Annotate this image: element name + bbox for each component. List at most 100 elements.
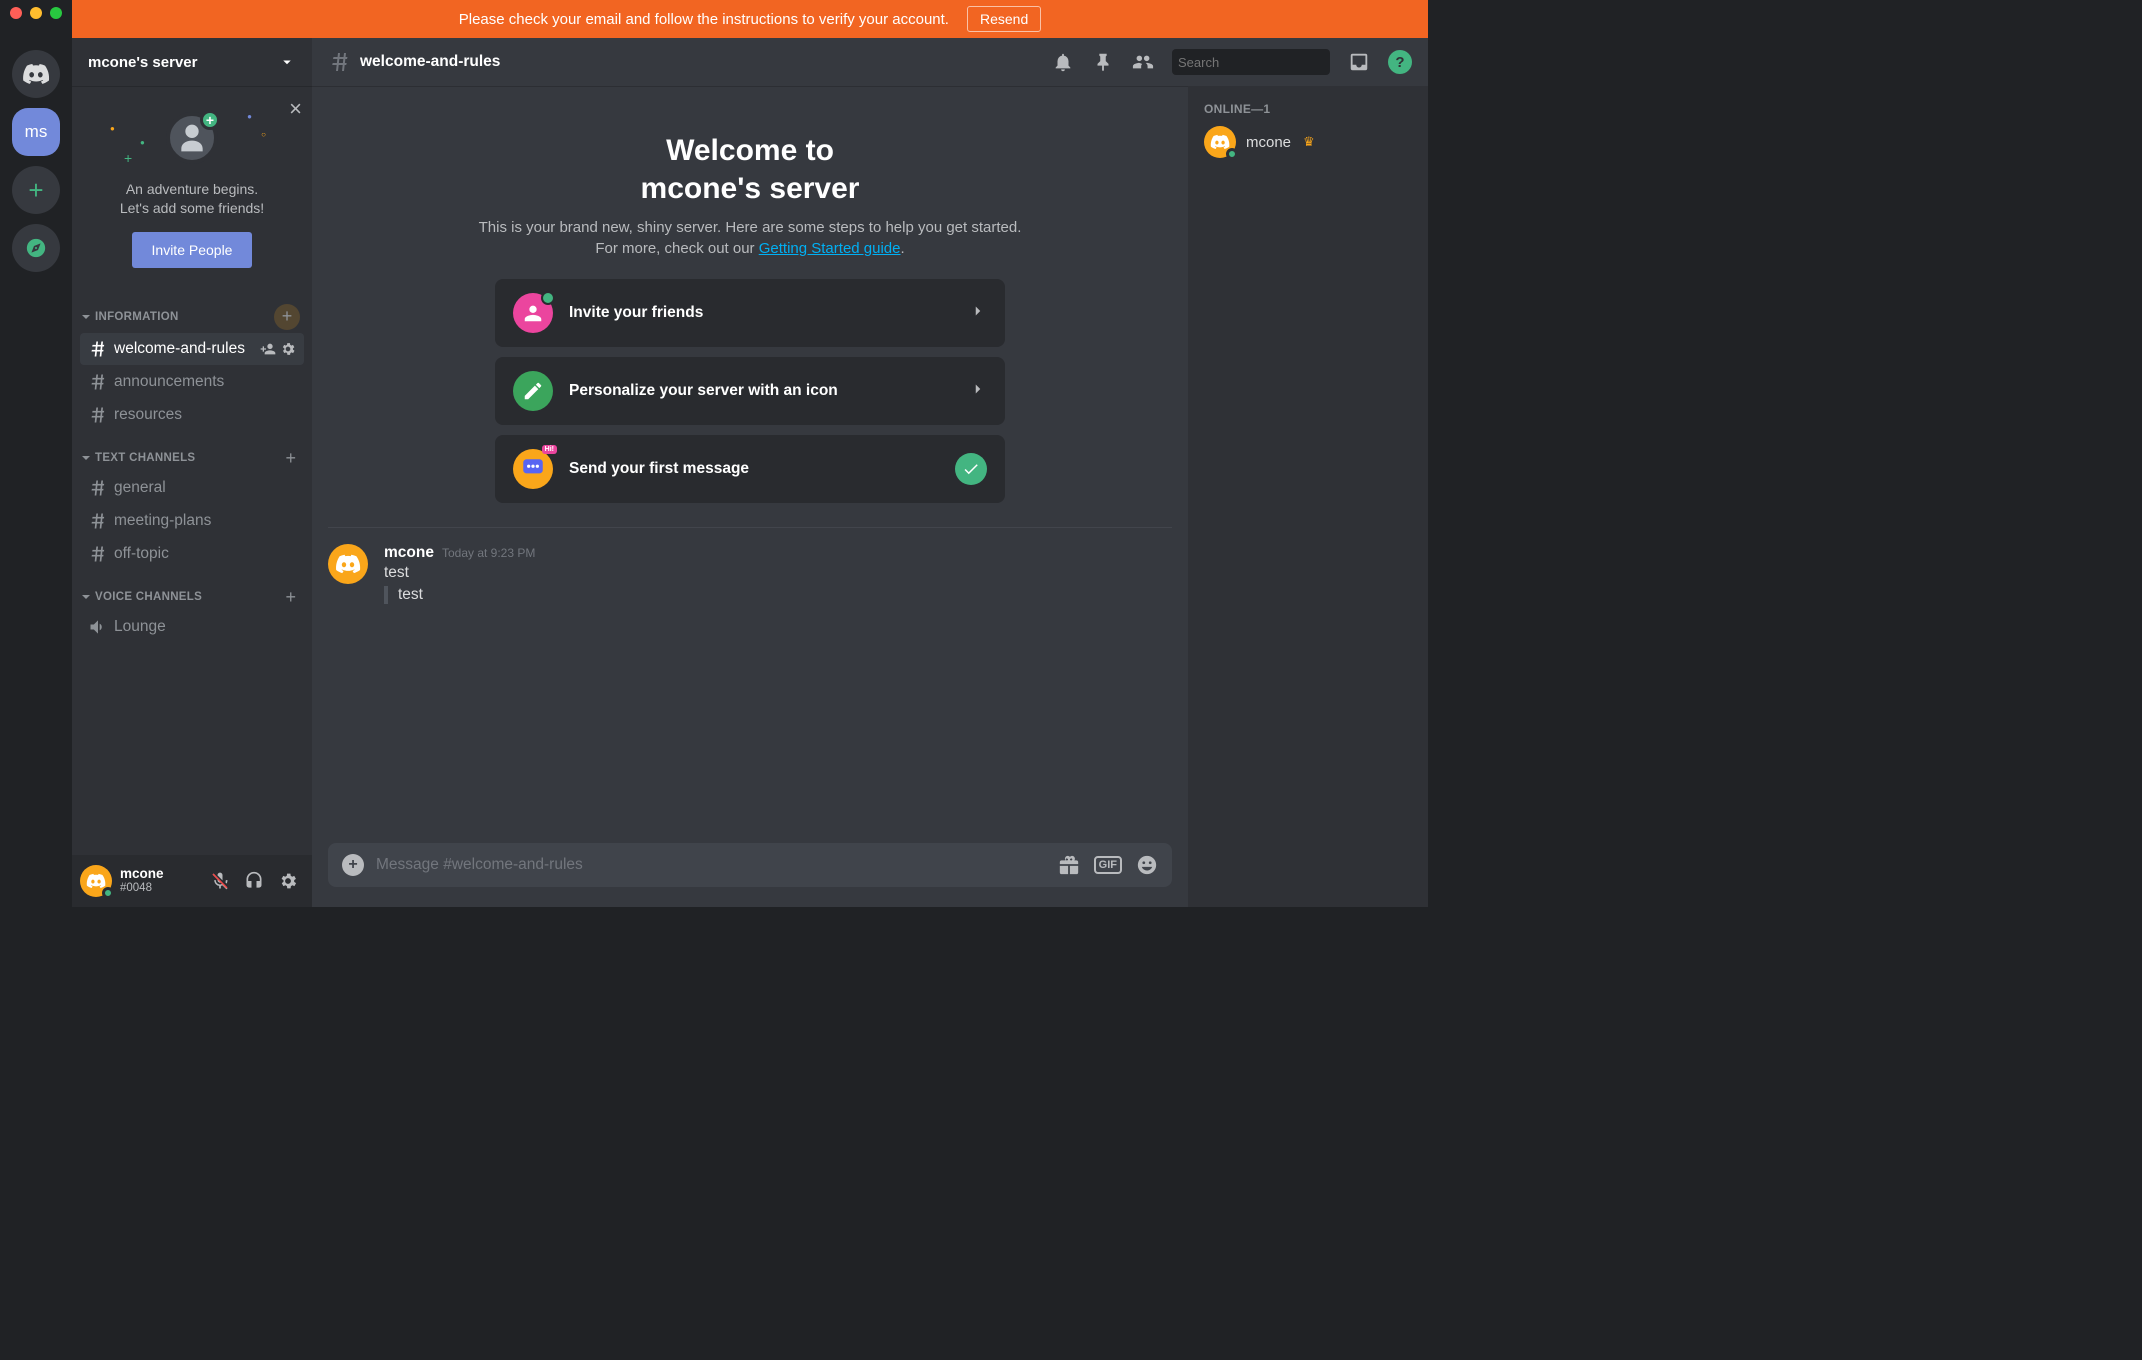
help-button[interactable]: ? bbox=[1388, 50, 1412, 74]
gift-icon[interactable] bbox=[1058, 854, 1080, 876]
invite-friends-icon bbox=[513, 293, 553, 333]
hash-icon bbox=[88, 478, 108, 498]
message-author[interactable]: mcone bbox=[384, 544, 434, 562]
mic-muted-icon bbox=[210, 871, 230, 891]
add-channel-button[interactable]: + bbox=[281, 448, 300, 469]
mute-button[interactable] bbox=[204, 865, 236, 897]
getting-started-link[interactable]: Getting Started guide bbox=[759, 240, 901, 257]
channel-off-topic[interactable]: off-topic bbox=[80, 538, 304, 570]
window-minimize[interactable] bbox=[30, 7, 42, 19]
headphones-icon bbox=[244, 871, 264, 891]
divider bbox=[328, 527, 1172, 528]
category-label: TEXT CHANNELS bbox=[82, 452, 195, 464]
channel-header: welcome-and-rules ? bbox=[312, 38, 1428, 86]
hash-icon bbox=[328, 50, 352, 74]
explore-servers-button[interactable] bbox=[12, 224, 60, 272]
message-input[interactable] bbox=[376, 856, 1046, 874]
bell-icon[interactable] bbox=[1052, 51, 1074, 73]
hash-icon bbox=[88, 339, 108, 359]
user-panel: mcone #0048 bbox=[72, 855, 312, 907]
hash-icon bbox=[88, 405, 108, 425]
channel-name: announcements bbox=[114, 373, 224, 391]
guild-ms[interactable]: ms bbox=[12, 108, 60, 156]
message-timestamp: Today at 9:23 PM bbox=[442, 546, 535, 560]
banner-text: Please check your email and follow the i… bbox=[459, 11, 949, 28]
step-label: Personalize your server with an icon bbox=[569, 382, 953, 400]
invite-card: × ● + ● ● ○ + An adventure begins.Let's … bbox=[84, 102, 300, 268]
step-invite-friends[interactable]: Invite your friends bbox=[495, 279, 1005, 347]
step-label: Send your first message bbox=[569, 460, 939, 478]
hash-icon bbox=[88, 511, 108, 531]
channel-name: Lounge bbox=[114, 618, 166, 636]
message-quote: test bbox=[384, 586, 1172, 604]
welcome-block: Welcome to mcone's server This is your br… bbox=[470, 132, 1030, 259]
channel-name: off-topic bbox=[114, 545, 169, 563]
deafen-button[interactable] bbox=[238, 865, 270, 897]
guild-list: ms + bbox=[0, 38, 72, 907]
attach-button[interactable]: + bbox=[342, 854, 364, 876]
check-icon bbox=[955, 453, 987, 485]
channel-title: welcome-and-rules bbox=[360, 53, 500, 71]
message-text: test bbox=[384, 564, 1172, 582]
chevron-right-icon bbox=[969, 302, 987, 320]
members-header: ONLINE—1 bbox=[1196, 102, 1420, 122]
settings-button[interactable] bbox=[272, 865, 304, 897]
hash-icon bbox=[88, 544, 108, 564]
channel-general[interactable]: general bbox=[80, 472, 304, 504]
member-mcone[interactable]: mcone ♛ bbox=[1196, 122, 1420, 162]
add-channel-button[interactable]: + bbox=[281, 587, 300, 608]
chat-main: welcome-and-rules ? Welcome to mcone's se… bbox=[312, 38, 1428, 907]
welcome-title-1: Welcome to bbox=[666, 134, 834, 167]
welcome-desc: This is your brand new, shiny server. He… bbox=[479, 219, 1022, 257]
user-tag: #0048 bbox=[120, 882, 164, 895]
invite-card-line1: An adventure begins. bbox=[126, 181, 258, 197]
channel-name: welcome-and-rules bbox=[114, 340, 245, 358]
default-avatar-icon: + bbox=[166, 112, 218, 164]
inbox-icon[interactable] bbox=[1348, 51, 1370, 73]
category-voice-channels[interactable]: VOICE CHANNELS + bbox=[80, 571, 304, 610]
status-online-icon bbox=[102, 887, 114, 899]
category-label: INFORMATION bbox=[82, 311, 179, 323]
plus-badge-icon: + bbox=[200, 110, 220, 130]
window-close[interactable] bbox=[10, 7, 22, 19]
channel-announcements[interactable]: announcements bbox=[80, 366, 304, 398]
channel-sidebar: mcone's server × ● + ● ● ○ + An adventur… bbox=[72, 38, 312, 907]
channel-resources[interactable]: resources bbox=[80, 399, 304, 431]
window-maximize[interactable] bbox=[50, 7, 62, 19]
speaker-icon bbox=[88, 617, 108, 637]
crown-icon: ♛ bbox=[1303, 134, 1315, 150]
channel-meeting-plans[interactable]: meeting-plans bbox=[80, 505, 304, 537]
pin-icon[interactable] bbox=[1092, 51, 1114, 73]
channel-name: general bbox=[114, 479, 166, 497]
welcome-title-2: mcone's server bbox=[641, 172, 860, 205]
user-avatar[interactable] bbox=[80, 865, 112, 897]
message-composer: + GIF bbox=[328, 843, 1172, 887]
invite-people-button[interactable]: Invite People bbox=[132, 232, 253, 268]
channel-name: meeting-plans bbox=[114, 512, 211, 530]
channel-welcome-and-rules[interactable]: welcome-and-rules bbox=[80, 333, 304, 365]
category-text-channels[interactable]: TEXT CHANNELS + bbox=[80, 432, 304, 471]
hash-icon bbox=[88, 372, 108, 392]
category-information[interactable]: INFORMATION + bbox=[80, 288, 304, 332]
message-avatar[interactable] bbox=[328, 544, 368, 584]
message: mcone Today at 9:23 PM test test bbox=[328, 538, 1172, 608]
gear-icon[interactable] bbox=[280, 341, 296, 357]
chevron-right-icon bbox=[969, 380, 987, 398]
channel-name: resources bbox=[114, 406, 182, 424]
search-input[interactable] bbox=[1178, 55, 1354, 70]
step-first-message[interactable]: Hi! Send your first message bbox=[495, 435, 1005, 503]
member-avatar bbox=[1204, 126, 1236, 158]
add-server-button[interactable]: + bbox=[12, 166, 60, 214]
step-personalize-icon[interactable]: Personalize your server with an icon bbox=[495, 357, 1005, 425]
home-button[interactable] bbox=[12, 50, 60, 98]
gear-icon bbox=[278, 871, 298, 891]
channel-lounge[interactable]: Lounge bbox=[80, 611, 304, 643]
server-header[interactable]: mcone's server bbox=[72, 38, 312, 86]
search-box[interactable] bbox=[1172, 49, 1330, 75]
members-icon[interactable] bbox=[1132, 51, 1154, 73]
add-channel-button[interactable]: + bbox=[274, 304, 300, 330]
resend-button[interactable]: Resend bbox=[967, 6, 1041, 32]
invite-icon[interactable] bbox=[260, 341, 276, 357]
emoji-icon[interactable] bbox=[1136, 854, 1158, 876]
gif-button[interactable]: GIF bbox=[1094, 856, 1122, 874]
